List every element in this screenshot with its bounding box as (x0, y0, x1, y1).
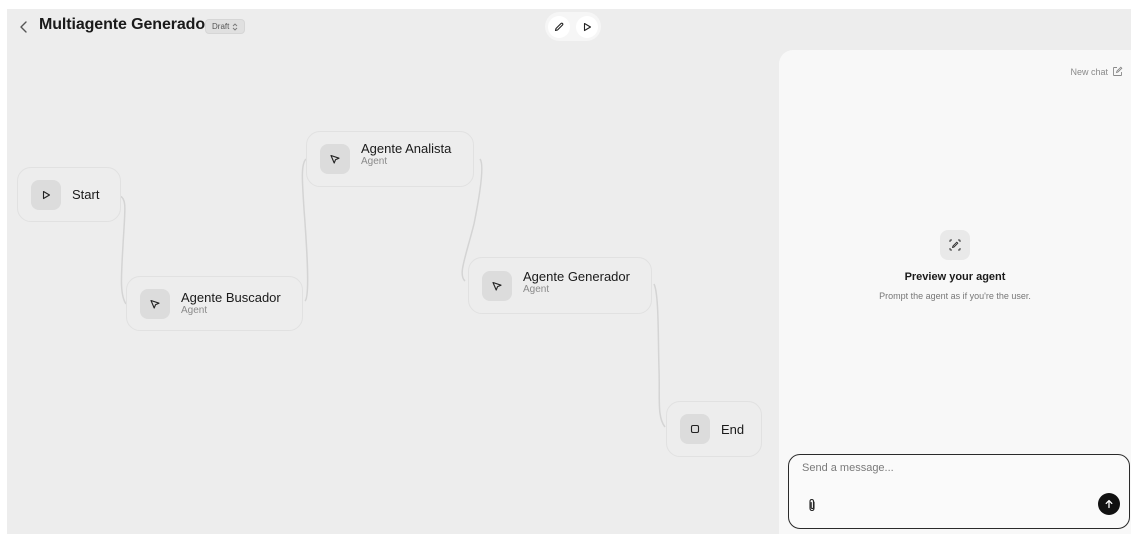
node-buscador-icon-box (140, 288, 170, 319)
preview-agent-icon-box (940, 230, 970, 260)
node-sublabel: Agent (181, 305, 208, 316)
node-agente-generador[interactable]: Agente Generador Agent (468, 257, 652, 314)
send-button[interactable] (1098, 493, 1120, 515)
node-sublabel: Agent (361, 155, 388, 167)
edge-buscador-analista (301, 158, 309, 302)
node-sublabel: Agent (523, 284, 550, 295)
preview-subtitle: Prompt the agent as if you're the user. (879, 291, 1031, 301)
new-chat-button[interactable]: New chat (1070, 66, 1123, 77)
cursor-icon (330, 154, 340, 164)
node-start[interactable]: Start (17, 167, 121, 222)
preview-title: Preview your agent (904, 271, 1006, 283)
paperclip-icon (809, 498, 815, 512)
attach-button[interactable] (805, 497, 819, 513)
edge-generador-end (653, 283, 666, 428)
node-start-icon-box (31, 179, 61, 210)
node-analista-icon-box (320, 144, 350, 174)
agent-builder-window: Multiagente Generador Draft Start Agente… (7, 9, 1131, 534)
play-icon (42, 190, 51, 199)
cursor-icon (492, 281, 502, 291)
node-agente-buscador[interactable]: Agente Buscador Agent (126, 276, 303, 331)
node-label: Start (72, 187, 100, 202)
node-label: Agente Analista (361, 140, 452, 156)
edit-icon (1113, 66, 1123, 76)
cursor-icon (150, 299, 160, 309)
node-label: End (721, 421, 745, 437)
preview-panel: New chat Preview your agent Prompt the a… (779, 50, 1131, 534)
workflow-canvas[interactable]: Start Agente Buscador Agent Agente Anali… (7, 9, 777, 534)
node-end-icon-box (680, 414, 710, 444)
arrow-up-icon (1105, 499, 1113, 509)
stop-icon (690, 424, 700, 434)
workflow-edges (119, 158, 666, 428)
node-agente-analista[interactable]: Agente Analista Agent (306, 131, 474, 187)
message-input[interactable] (802, 462, 1102, 474)
new-chat-label: New chat (1070, 66, 1108, 77)
node-end[interactable]: End (666, 401, 762, 457)
node-label: Agente Buscador (181, 290, 281, 305)
node-generador-icon-box (482, 270, 512, 301)
node-label: Agente Generador (523, 269, 630, 284)
sparkle-edit-icon (949, 239, 961, 251)
message-composer (788, 454, 1130, 529)
